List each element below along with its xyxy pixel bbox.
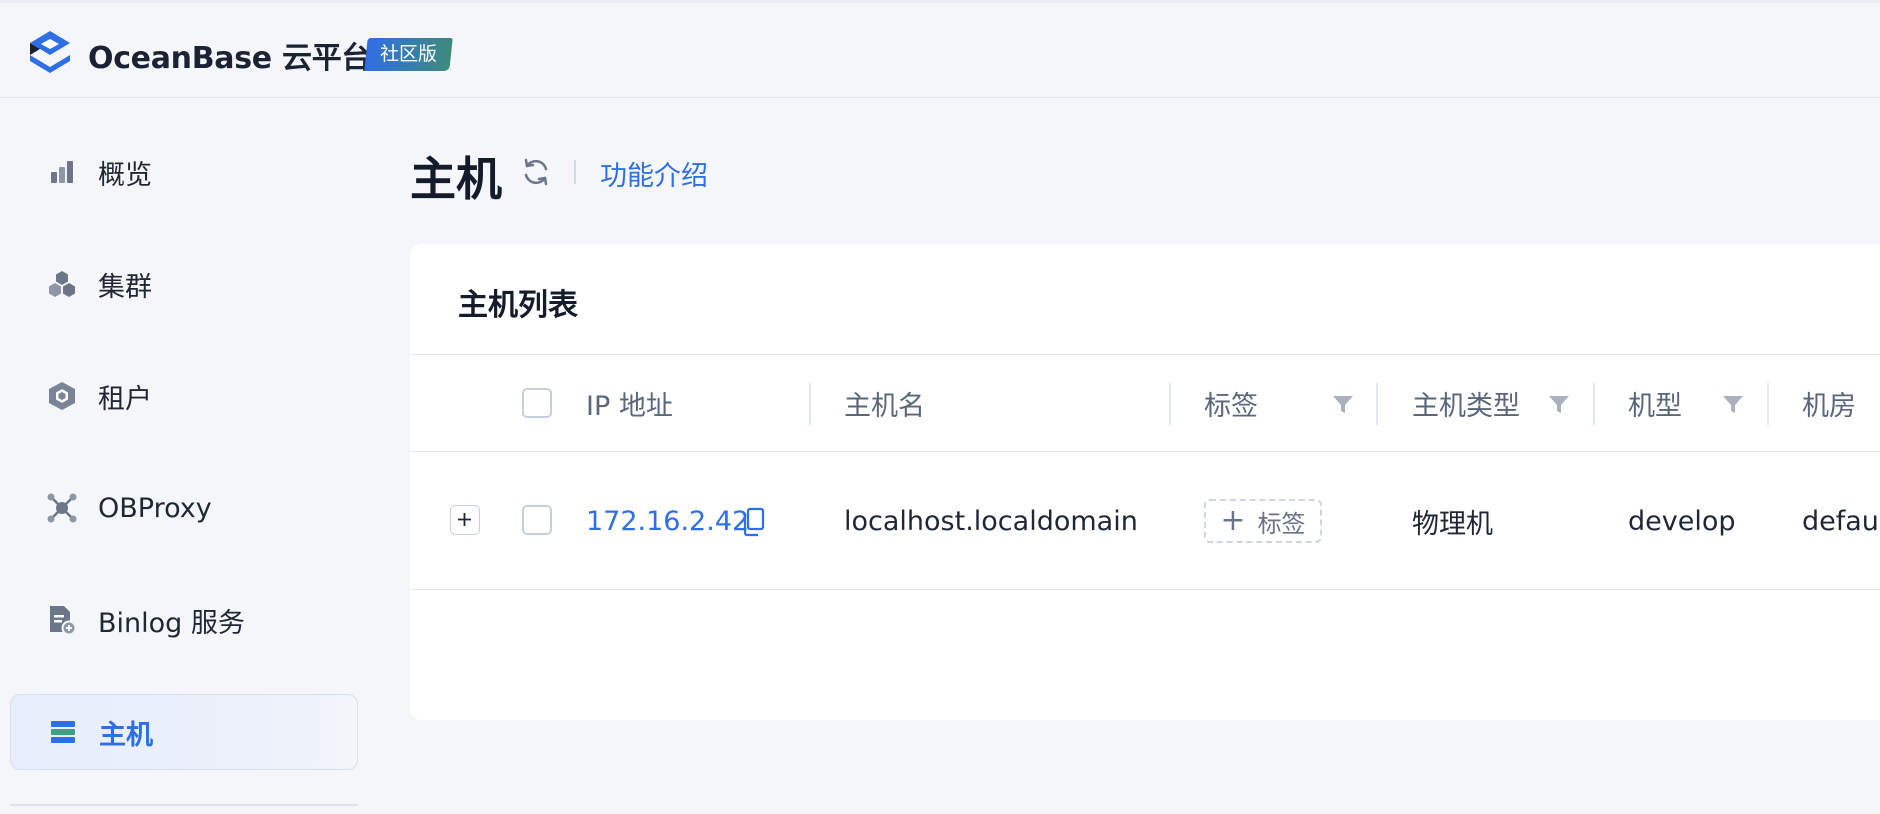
proxy-icon xyxy=(42,488,82,528)
filter-icon[interactable] xyxy=(1722,393,1744,415)
expand-row-button[interactable] xyxy=(450,505,480,535)
brand-name: OceanBase 云平台 xyxy=(88,41,372,76)
column-header-host-type[interactable]: 主机类型 xyxy=(1412,355,1520,451)
card-title: 主机列表 xyxy=(458,288,578,323)
copy-icon[interactable] xyxy=(740,507,766,537)
add-tag-label: 标签 xyxy=(1257,509,1306,538)
sidebar-item-label: 主机 xyxy=(99,719,153,751)
column-separator[interactable] xyxy=(1767,383,1769,425)
sidebar-item-cluster[interactable]: 集群 xyxy=(10,246,358,322)
oceanbase-logo-icon[interactable] xyxy=(26,29,74,79)
idc-cell: default xyxy=(1802,505,1880,537)
column-header-model[interactable]: 机型 xyxy=(1628,355,1682,451)
refresh-icon[interactable] xyxy=(520,156,552,188)
sidebar-item-host[interactable]: 主机 xyxy=(10,694,358,770)
plus-icon: + xyxy=(1220,503,1246,538)
edition-label: 社区版 xyxy=(380,43,438,65)
column-header-hostname[interactable]: 主机名 xyxy=(844,355,925,451)
row-checkbox[interactable] xyxy=(522,505,552,535)
sidebar-item-obproxy[interactable]: OBProxy xyxy=(10,470,358,546)
plus-icon xyxy=(458,513,471,526)
filter-icon[interactable] xyxy=(1332,393,1354,415)
sidebar-item-label: Binlog 服务 xyxy=(98,607,245,639)
cluster-icon xyxy=(42,264,82,304)
filter-icon[interactable] xyxy=(1548,393,1570,415)
host-icon xyxy=(43,712,83,752)
sidebar-item-label: 集群 xyxy=(98,271,152,303)
column-header-tag[interactable]: 标签 xyxy=(1204,355,1258,451)
sidebar-item-label: OBProxy xyxy=(98,492,212,524)
binlog-icon xyxy=(42,600,82,640)
column-header-idc[interactable]: 机房 xyxy=(1802,355,1856,451)
model-cell: develop xyxy=(1628,505,1736,537)
feature-intro-link[interactable]: 功能介绍 xyxy=(600,154,708,193)
column-header-ip[interactable]: IP 地址 xyxy=(586,355,673,451)
sidebar-item-label: 租户 xyxy=(98,383,152,415)
select-all-checkbox[interactable] xyxy=(522,388,552,418)
sidebar-item-label: 概览 xyxy=(98,159,152,191)
header-divider xyxy=(574,160,576,184)
host-type-cell: 物理机 xyxy=(1412,508,1493,540)
sidebar-divider xyxy=(10,804,358,806)
column-separator[interactable] xyxy=(809,383,811,425)
sidebar: 概览 集群 租户 OBProxy Binlog 服务 主机 xyxy=(0,98,360,814)
ip-address-link[interactable]: 172.16.2.42 xyxy=(586,452,749,590)
edition-badge: 社区版 xyxy=(364,38,453,71)
page-title: 主机 xyxy=(410,152,502,206)
table-row[interactable]: 172.16.2.42 localhost.localdomain + 标签 物… xyxy=(410,452,1880,590)
tenant-icon xyxy=(42,376,82,416)
sidebar-item-overview[interactable]: 概览 xyxy=(10,134,358,210)
hostname-cell: localhost.localdomain xyxy=(844,505,1138,537)
column-separator[interactable] xyxy=(1593,383,1595,425)
sidebar-item-tenant[interactable]: 租户 xyxy=(10,358,358,434)
bar-chart-icon xyxy=(42,152,82,192)
top-bar: OceanBase 云平台 社区版 xyxy=(0,0,1880,98)
column-separator[interactable] xyxy=(1169,383,1171,425)
table-header: IP 地址 主机名 标签 主机类型 机型 机房 xyxy=(410,354,1880,452)
column-separator[interactable] xyxy=(1376,383,1378,425)
host-list-card: 主机列表 IP 地址 主机名 标签 主机类型 机型 机房 172.16.2.42 xyxy=(410,244,1880,720)
sidebar-item-binlog[interactable]: Binlog 服务 xyxy=(10,582,358,658)
add-tag-button[interactable]: + 标签 xyxy=(1204,499,1322,543)
